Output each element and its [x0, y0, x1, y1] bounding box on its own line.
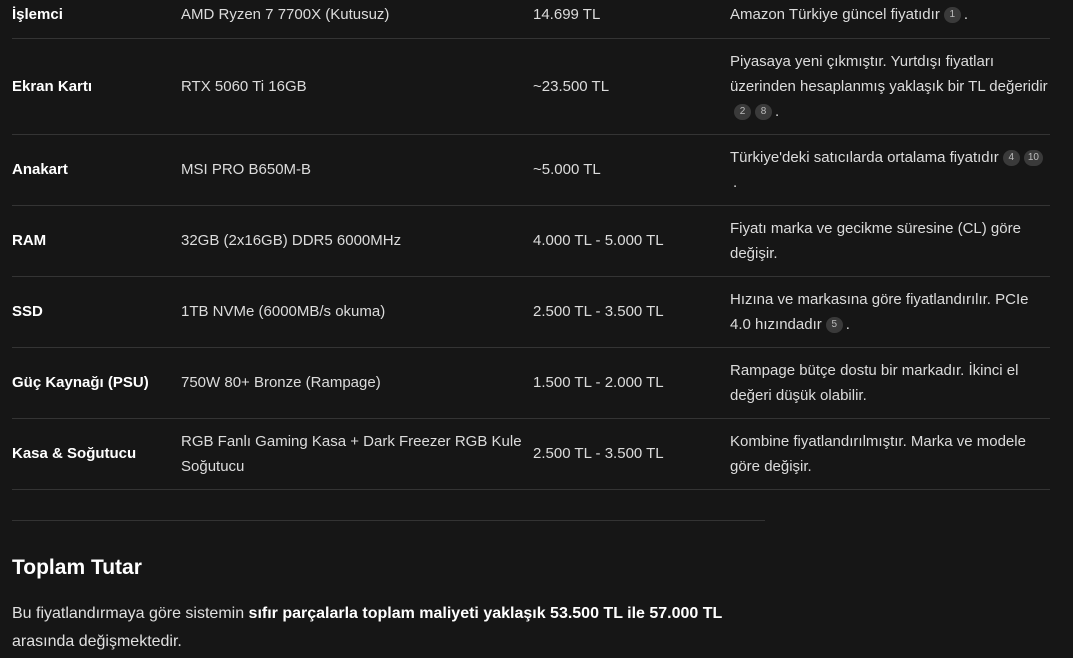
- note-text: Amazon Türkiye güncel fiyatıdır: [730, 6, 940, 24]
- model-cell: RTX 5060 Ti 16GB: [181, 38, 533, 135]
- citation-badge[interactable]: 10: [1023, 149, 1043, 166]
- table-row: SSD 1TB NVMe (6000MB/s okuma) 2.500 TL - 3…: [12, 276, 1050, 348]
- note-text: Hızına ve markasına göre fiyatlandırılır…: [730, 290, 1029, 333]
- note-cell: Rampage bütçe dostu bir markadır. İkinci…: [730, 347, 1050, 419]
- price-cell: 2.500 TL - 3.500 TL: [533, 276, 730, 348]
- citation-badge[interactable]: 2: [734, 103, 751, 120]
- note-cell: Kombine fiyatlandırılmıştır. Marka ve mo…: [730, 418, 1050, 490]
- note-cell: Piyasaya yeni çıkmıştır. Yurtdışı fiyatl…: [730, 38, 1050, 135]
- price-cell: ~5.000 TL: [533, 134, 730, 206]
- total-text-after: arasında değişmektedir.: [12, 633, 182, 650]
- note-cell: Hızına ve markasına göre fiyatlandırılır…: [730, 276, 1050, 348]
- model-cell: MSI PRO B650M-B: [181, 134, 533, 206]
- note-text: Piyasaya yeni çıkmıştır. Yurtdışı fiyatl…: [730, 52, 1048, 95]
- total-heading: Toplam Tutar: [12, 556, 142, 579]
- table-row: Kasa & Soğutucu RGB Fanlı Gaming Kasa + D…: [12, 418, 1050, 490]
- note-text: Kombine fiyatlandırılmıştır. Marka ve mo…: [730, 432, 1026, 475]
- note-cell: Amazon Türkiye güncel fiyatıdır 1.: [730, 0, 1050, 39]
- citation-badge[interactable]: 5: [825, 316, 843, 333]
- note-text: Türkiye'deki satıcılarda ortalama fiyatı…: [730, 148, 999, 166]
- component-cell: Kasa & Soğutucu: [12, 418, 181, 490]
- model-cell: 1TB NVMe (6000MB/s okuma): [181, 276, 533, 348]
- section-divider: [12, 520, 765, 521]
- model-cell: RGB Fanlı Gaming Kasa + Dark Freezer RGB…: [181, 418, 533, 490]
- price-cell: 2.500 TL - 3.500 TL: [533, 418, 730, 490]
- price-cell: 1.500 TL - 2.000 TL: [533, 347, 730, 419]
- price-cell: 14.699 TL: [533, 0, 730, 39]
- note-cell: Türkiye'deki satıcılarda ortalama fiyatı…: [730, 134, 1050, 206]
- price-cell: 4.000 TL - 5.000 TL: [533, 205, 730, 277]
- component-cell: Anakart: [12, 134, 181, 206]
- component-cell: RAM: [12, 205, 181, 277]
- note-cell: Fiyatı marka ve gecikme süresine (CL) gö…: [730, 205, 1050, 277]
- table-row: RAM 32GB (2x16GB) DDR5 6000MHz 4.000 TL - …: [12, 205, 1050, 277]
- citation-badge[interactable]: 8: [755, 103, 772, 120]
- total-text-bold: sıfır parçalarla toplam maliyeti yaklaşı…: [248, 605, 723, 622]
- model-cell: 750W 80+ Bronze (Rampage): [181, 347, 533, 419]
- model-cell: AMD Ryzen 7 7700X (Kutusuz): [181, 0, 533, 39]
- component-cell: Güç Kaynağı (PSU): [12, 347, 181, 419]
- note-text: Rampage bütçe dostu bir markadır. İkinci…: [730, 361, 1019, 404]
- table-row: Anakart MSI PRO B650M-B ~5.000 TL Türkiye'd…: [12, 134, 1050, 206]
- note-text: Fiyatı marka ve gecikme süresine (CL) gö…: [730, 219, 1021, 262]
- table-row: Ekran Kartı RTX 5060 Ti 16GB ~23.500 TL Piy…: [12, 38, 1050, 135]
- total-summary: Bu fiyatlandırmaya göre sistemin sıfır p…: [12, 600, 772, 656]
- table-row: İşlemci AMD Ryzen 7 7700X (Kutusuz) 14.699…: [12, 0, 1050, 39]
- component-cell: Ekran Kartı: [12, 38, 181, 135]
- component-cell: İşlemci: [12, 0, 181, 39]
- citation-badge[interactable]: 1: [943, 7, 961, 24]
- model-cell: 32GB (2x16GB) DDR5 6000MHz: [181, 205, 533, 277]
- citation-badge[interactable]: 4: [1002, 149, 1020, 166]
- table-row: Güç Kaynağı (PSU) 750W 80+ Bronze (Rampag…: [12, 347, 1050, 419]
- total-text-before: Bu fiyatlandırmaya göre sistemin: [12, 605, 249, 622]
- price-cell: ~23.500 TL: [533, 38, 730, 135]
- price-table: İşlemci AMD Ryzen 7 7700X (Kutusuz) 14.699…: [12, 0, 1050, 490]
- component-cell: SSD: [12, 276, 181, 348]
- chat-response-page: İşlemci AMD Ryzen 7 7700X (Kutusuz) 14.699…: [0, 0, 1073, 658]
